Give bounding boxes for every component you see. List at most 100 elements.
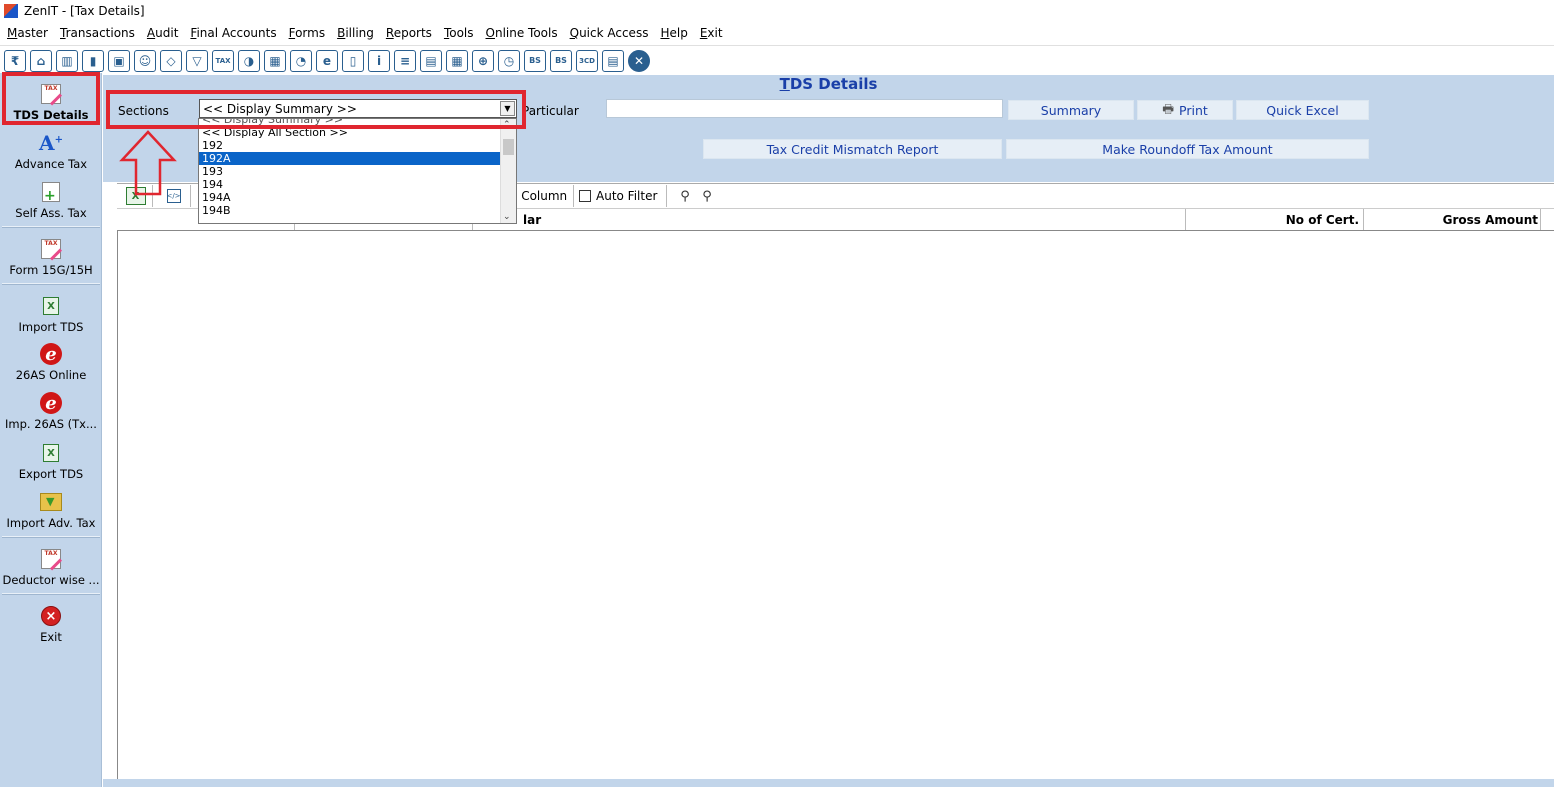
dropdown-option[interactable]: 194 — [199, 178, 516, 191]
sidebar-item-form-15g-15h[interactable]: TAX Form 15G/15H — [0, 238, 102, 277]
chart-icon[interactable]: ▮ — [82, 49, 104, 72]
calculator-icon[interactable]: ▦ — [264, 49, 286, 72]
sidebar-item-imp-26as[interactable]: e Imp. 26AS (Tx... — [0, 392, 102, 431]
column-header-gross-amount[interactable]: Gross Amount — [1364, 209, 1541, 230]
bs-sch-icon[interactable]: BS — [550, 49, 572, 72]
font-plus-icon: A+ — [39, 131, 63, 155]
report-icon[interactable]: ≡ — [394, 49, 416, 72]
excel-icon: X — [40, 295, 62, 317]
exit-icon: × — [40, 605, 62, 627]
form-icon[interactable]: ▤ — [602, 49, 624, 72]
sidebar-item-advance-tax[interactable]: A+ Advance Tax — [0, 131, 102, 171]
sidebar-divider — [2, 283, 100, 285]
print-button[interactable]: 🖶 Print — [1137, 100, 1233, 120]
checkbox-icon[interactable] — [579, 190, 591, 202]
dropdown-option[interactable]: 194B — [199, 204, 516, 217]
column-header-no-of-cert[interactable]: No of Cert. — [1186, 209, 1364, 230]
menu-online-tools[interactable]: Online Tools — [486, 26, 558, 40]
menu-audit[interactable]: Audit — [147, 26, 178, 40]
tax-edit-icon: TAX — [40, 548, 62, 570]
sidebar-item-self-ass-tax[interactable]: Self Ass. Tax — [0, 181, 102, 220]
print-button-label: Print — [1179, 102, 1208, 118]
menu-billing[interactable]: Billing — [337, 26, 374, 40]
users-icon[interactable]: ☺ — [134, 49, 156, 72]
book-icon[interactable]: ▯ — [342, 49, 364, 72]
dropdown-option-selected[interactable]: 192A — [199, 152, 516, 165]
main-toolbar: ₹ ⌂ ▥ ▮ ▣ ☺ ◇ ▽ TAX ◑ ▦ ◔ e ▯ i ≡ ▤ ▦ ⊕ … — [0, 45, 1554, 75]
menu-final-accounts[interactable]: Final Accounts — [190, 26, 276, 40]
pie-icon[interactable]: ◔ — [290, 49, 312, 72]
menu-transactions[interactable]: Transactions — [60, 26, 135, 40]
sidebar-item-label: Exit — [40, 630, 62, 644]
calendar-icon[interactable]: ▦ — [446, 49, 468, 72]
zoom-controls: ⚲ ⚲ — [671, 185, 731, 207]
tax-credit-mismatch-button[interactable]: Tax Credit Mismatch Report — [703, 139, 1002, 159]
menu-bar: Master Transactions Audit Final Accounts… — [0, 23, 1554, 43]
sidebar-item-deductor-wise[interactable]: TAX Deductor wise ... — [0, 548, 102, 587]
excel-icon: X — [40, 442, 62, 464]
menu-quick-access[interactable]: Quick Access — [570, 26, 649, 40]
sidebar-item-export-tds[interactable]: X Export TDS — [0, 442, 102, 481]
scroll-thumb[interactable] — [503, 139, 514, 155]
refresh-icon[interactable]: ◑ — [238, 49, 260, 72]
menu-tools[interactable]: Tools — [444, 26, 474, 40]
info-icon[interactable]: i — [368, 49, 390, 72]
menu-reports[interactable]: Reports — [386, 26, 432, 40]
highlight-box-sections — [106, 90, 526, 129]
sidebar-item-label: Deductor wise ... — [2, 573, 100, 587]
sidebar-item-import-adv-tax[interactable]: Import Adv. Tax — [0, 491, 102, 530]
dropdown-option[interactable]: 194A — [199, 191, 516, 204]
sidebar-item-exit[interactable]: × Exit — [0, 605, 102, 644]
sidebar-item-label: Form 15G/15H — [9, 263, 93, 277]
home-icon[interactable]: ⌂ — [30, 49, 52, 72]
make-roundoff-button[interactable]: Make Roundoff Tax Amount — [1006, 139, 1369, 159]
auto-filter-checkbox[interactable]: Auto Filter — [579, 185, 667, 207]
sections-dropdown-list: << Display Summary >> << Display All Sec… — [198, 118, 517, 224]
bottom-status-bar — [103, 779, 1554, 787]
sidebar-item-label: Imp. 26AS (Tx... — [5, 417, 97, 431]
menu-forms[interactable]: Forms — [289, 26, 326, 40]
dropdown-option[interactable]: 192 — [199, 139, 516, 152]
sidebar-item-import-tds[interactable]: X Import TDS — [0, 295, 102, 334]
dropdown-option[interactable]: 193 — [199, 165, 516, 178]
window-title: ZenIT - [Tax Details] — [24, 4, 145, 18]
particular-input[interactable] — [606, 99, 1003, 118]
3cd-icon[interactable]: 3CD — [576, 49, 598, 72]
sidebar: TAX TDS Details A+ Advance Tax Self Ass.… — [0, 73, 102, 787]
zoom-out-icon[interactable]: ⚲ — [699, 188, 715, 204]
sidebar-item-26as-online[interactable]: e 26AS Online — [0, 343, 102, 382]
grid-body[interactable] — [117, 231, 1554, 779]
auto-filter-label: Auto Filter — [596, 189, 658, 203]
column-header-particular[interactable]: lar — [473, 209, 1186, 230]
chevron-down-icon[interactable]: ⌄ — [503, 212, 511, 222]
e-filing-icon: e — [40, 343, 62, 365]
choose-column-button[interactable]: e Column — [510, 185, 574, 207]
sidebar-divider — [2, 536, 100, 538]
rupee-icon[interactable]: ₹ — [4, 49, 26, 72]
pin-icon[interactable]: ◇ — [160, 49, 182, 72]
bs-icon[interactable]: BS — [524, 49, 546, 72]
menu-help[interactable]: Help — [660, 26, 687, 40]
filter-icon[interactable]: ▽ — [186, 49, 208, 72]
add-page-icon[interactable]: ⊕ — [472, 49, 494, 72]
gift-icon[interactable]: ▣ — [108, 49, 130, 72]
printer-icon: 🖶 — [1162, 100, 1175, 116]
quick-excel-button[interactable]: Quick Excel — [1236, 100, 1369, 120]
sidebar-item-label: Export TDS — [18, 467, 84, 481]
e-filing-icon: e — [40, 392, 62, 414]
building-icon[interactable]: ▥ — [56, 49, 78, 72]
zoom-in-icon[interactable]: ⚲ — [677, 188, 693, 204]
sidebar-item-label: Advance Tax — [14, 157, 88, 171]
close-icon[interactable]: ✕ — [628, 49, 650, 72]
tax-icon[interactable]: TAX — [212, 49, 234, 72]
epay-icon[interactable]: e — [316, 49, 338, 72]
menu-master[interactable]: Master — [7, 26, 48, 40]
title-bar: ZenIT - [Tax Details] — [0, 0, 1554, 22]
menu-exit[interactable]: Exit — [700, 26, 723, 40]
clock-icon[interactable]: ◷ — [498, 49, 520, 72]
profile-icon[interactable]: ▤ — [420, 49, 442, 72]
document-add-icon — [40, 181, 62, 204]
tax-edit-icon: TAX — [40, 238, 62, 260]
summary-button[interactable]: Summary — [1008, 100, 1134, 120]
dropdown-scrollbar[interactable]: ⌃ ⌄ — [500, 119, 516, 223]
